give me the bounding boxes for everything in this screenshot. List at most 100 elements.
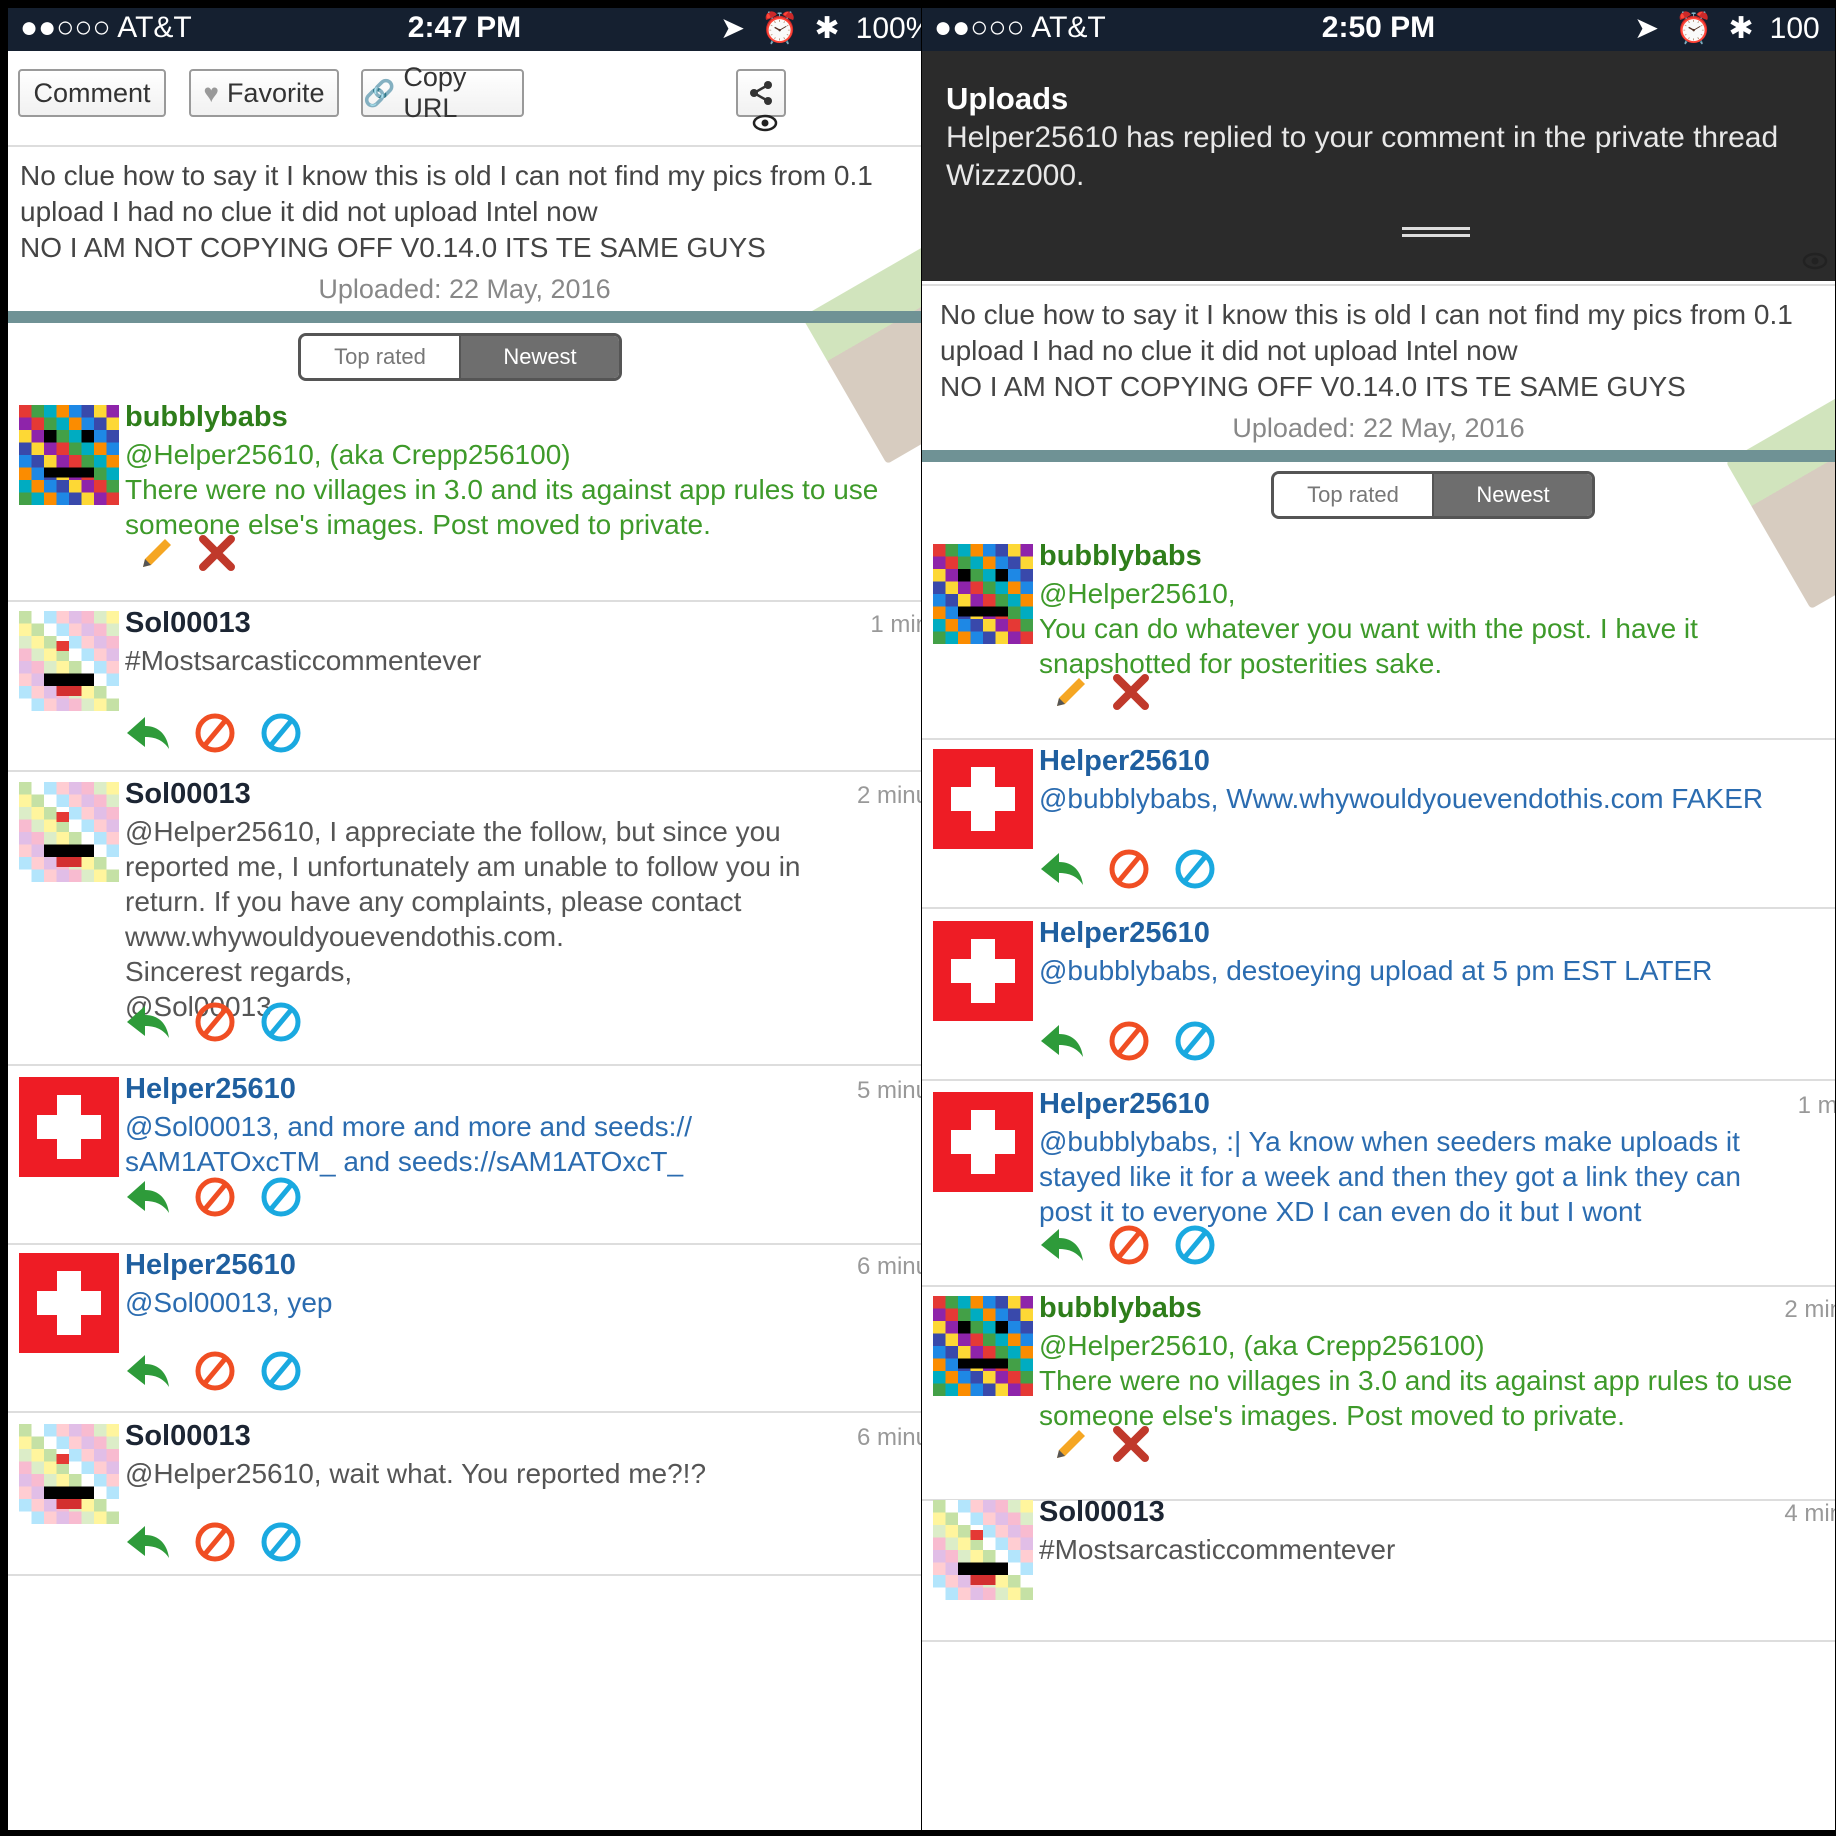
block-icon[interactable] — [193, 711, 237, 755]
pixel-avatar[interactable] — [19, 611, 119, 711]
comment-username[interactable]: bubblybabs — [1039, 1292, 1202, 1325]
report-icon[interactable] — [259, 711, 303, 755]
comment-item: bubblybabs @Helper25610, (aka Crepp256100… — [8, 401, 921, 602]
report-icon[interactable] — [259, 1520, 303, 1564]
comment-item: Helper25610 6 minu @Sol00013, yep — [8, 1249, 921, 1413]
favorite-button[interactable]: ♥ Favorite — [189, 69, 339, 117]
uploaded-date: Uploaded: 22 May, 2016 — [1232, 413, 1525, 443]
report-icon[interactable] — [1173, 847, 1217, 891]
uploaded-date: Uploaded: 22 May, 2016 — [318, 274, 611, 304]
comment-username[interactable]: Sol00013 — [125, 607, 251, 640]
status-bar: ●●○○○ AT&T 2:47 PM ➤ ⏰ ✱ 100% — [8, 8, 921, 51]
comment-username[interactable]: Helper25610 — [125, 1249, 296, 1282]
heart-icon: ♥ — [203, 77, 219, 108]
report-icon[interactable] — [259, 1349, 303, 1393]
bluetooth-icon: ✱ — [814, 12, 840, 45]
edit-pencil-icon[interactable] — [1049, 672, 1089, 712]
block-icon[interactable] — [1107, 847, 1151, 891]
comment-username[interactable]: Helper25610 — [1039, 745, 1210, 778]
comment-username[interactable]: Helper25610 — [1039, 1088, 1210, 1121]
block-icon[interactable] — [1107, 1019, 1151, 1063]
comment-item: bubblybabs @Helper25610, You can do whate… — [922, 540, 1835, 740]
reply-icon[interactable] — [1039, 1021, 1085, 1061]
cross-avatar[interactable] — [19, 1253, 119, 1353]
reply-icon[interactable] — [125, 713, 171, 753]
copy-url-button[interactable]: 🔗 Copy URL — [361, 62, 524, 123]
block-icon[interactable] — [193, 1175, 237, 1219]
notification-drag-handle[interactable] — [1402, 227, 1470, 237]
report-icon[interactable] — [259, 1175, 303, 1219]
comment-username[interactable]: Helper25610 — [125, 1073, 296, 1106]
comment-text: @Sol00013, and more and more and seeds:/… — [125, 1111, 692, 1177]
comment-item: Sol00013 1 min #Mostsarcasticcommentever — [8, 607, 921, 772]
reply-icon[interactable] — [125, 1351, 171, 1391]
rainbow-avatar[interactable] — [933, 1296, 1033, 1396]
reply-icon[interactable] — [1039, 1225, 1085, 1265]
link-icon: 🔗 — [363, 77, 396, 108]
report-icon[interactable] — [1173, 1019, 1217, 1063]
rainbow-avatar[interactable] — [19, 405, 119, 505]
comment-text: @Helper25610, wait what. You reported me… — [125, 1458, 707, 1489]
delete-x-icon[interactable] — [1111, 1424, 1151, 1464]
comment-actions — [1039, 1019, 1217, 1063]
cross-avatar[interactable] — [933, 921, 1033, 1021]
comment-actions — [135, 533, 237, 573]
comment-username[interactable]: bubblybabs — [125, 401, 288, 434]
push-notification-banner[interactable]: Uploads Helper25610 has replied to your … — [922, 51, 1835, 281]
comment-text: @Helper25610, You can do whatever you wa… — [1039, 578, 1698, 679]
views-eye-icon — [1802, 252, 1828, 270]
comment-username[interactable]: Sol00013 — [1039, 1496, 1165, 1529]
comment-actions — [1039, 847, 1217, 891]
block-icon[interactable] — [1107, 1223, 1151, 1267]
comment-username[interactable]: bubblybabs — [1039, 540, 1202, 573]
reply-icon[interactable] — [125, 1002, 171, 1042]
delete-x-icon[interactable] — [1111, 672, 1151, 712]
upload-toolbar: Comment ♥ Favorite 🔗 Copy URL — [8, 51, 921, 166]
cross-avatar[interactable] — [933, 1092, 1033, 1192]
location-icon: ➤ — [1634, 12, 1660, 45]
share-button[interactable] — [736, 69, 786, 117]
rainbow-avatar[interactable] — [933, 544, 1033, 644]
comment-item: Helper25610 1 mi @bubblybabs, :| Ya know w… — [922, 1088, 1835, 1287]
section-bar — [8, 311, 921, 323]
comment-actions — [1049, 672, 1151, 712]
pixel-avatar[interactable] — [19, 782, 119, 882]
pixel-avatar[interactable] — [19, 1424, 119, 1524]
comment-username[interactable]: Sol00013 — [125, 778, 251, 811]
right-screenshot: ●●○○○ AT&T 2:50 PM ➤ ⏰ ✱ 100 Uploads Hel… — [922, 8, 1835, 1830]
top-rated-tab[interactable]: Top rated — [301, 336, 461, 378]
reply-icon[interactable] — [125, 1522, 171, 1562]
section-bar — [922, 450, 1835, 462]
top-rated-tab[interactable]: Top rated — [1274, 474, 1434, 516]
delete-x-icon[interactable] — [197, 533, 237, 573]
views-eye-icon — [752, 114, 778, 132]
reply-icon[interactable] — [1039, 849, 1085, 889]
sort-toggle: Top rated Newest — [1271, 471, 1595, 519]
newest-tab[interactable]: Newest — [461, 336, 619, 378]
divider — [8, 145, 921, 147]
comment-text: #Mostsarcasticcommentever — [125, 645, 482, 676]
report-icon[interactable] — [1173, 1223, 1217, 1267]
block-icon[interactable] — [193, 1349, 237, 1393]
block-icon[interactable] — [193, 1520, 237, 1564]
comment-text: @Helper25610, (aka Crepp256100) There we… — [1039, 1330, 1793, 1431]
cross-avatar[interactable] — [933, 749, 1033, 849]
comment-text: @bubblybabs, destoeying upload at 5 pm E… — [1039, 955, 1713, 986]
comment-item: Sol00013 6 minu @Helper25610, wait what. Y… — [8, 1420, 921, 1576]
comment-time: 5 minu — [856, 1077, 921, 1104]
cross-avatar[interactable] — [19, 1077, 119, 1177]
report-icon[interactable] — [259, 1000, 303, 1044]
comment-text: @bubblybabs, Www.whywouldyouevendothis.c… — [1039, 783, 1764, 814]
edit-pencil-icon[interactable] — [135, 533, 175, 573]
comment-username[interactable]: Sol00013 — [125, 1420, 251, 1453]
reply-icon[interactable] — [125, 1177, 171, 1217]
left-screenshot: ●●○○○ AT&T 2:47 PM ➤ ⏰ ✱ 100% Comment ♥ … — [8, 8, 921, 1830]
block-icon[interactable] — [193, 1000, 237, 1044]
pixel-avatar[interactable] — [933, 1500, 1033, 1600]
edit-pencil-icon[interactable] — [1049, 1424, 1089, 1464]
comment-actions — [1049, 1424, 1151, 1464]
comment-button[interactable]: Comment — [18, 69, 166, 117]
comment-text: @Sol00013, yep — [125, 1287, 333, 1318]
comment-username[interactable]: Helper25610 — [1039, 917, 1210, 950]
newest-tab[interactable]: Newest — [1434, 474, 1592, 516]
